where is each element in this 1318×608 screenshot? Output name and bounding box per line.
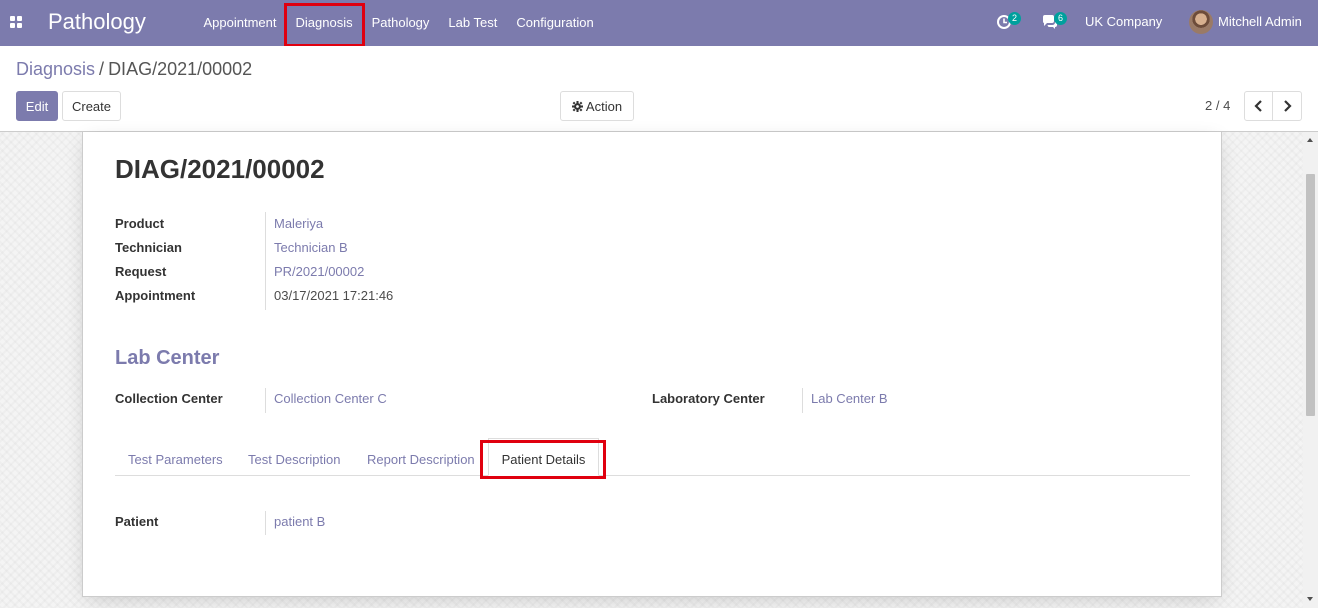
scroll-up-arrow-icon[interactable] — [1307, 138, 1313, 142]
patient-label: Patient — [115, 514, 159, 529]
menu-configuration[interactable]: Configuration — [507, 0, 603, 46]
field-divider — [265, 388, 266, 413]
chevron-left-icon — [1253, 100, 1262, 112]
highlight-diagnosis-menu — [284, 3, 365, 47]
user-menu[interactable]: Mitchell Admin — [1218, 14, 1302, 29]
app-brand[interactable]: Pathology — [48, 9, 146, 35]
appointment-label: Appointment — [115, 288, 196, 303]
breadcrumb-parent-link[interactable]: Diagnosis — [16, 59, 95, 79]
field-divider — [802, 388, 803, 413]
action-button-label: Action — [585, 98, 623, 114]
highlight-patient-details-tab — [480, 440, 606, 479]
breadcrumb-current: DIAG/2021/00002 — [108, 59, 253, 79]
pager-previous-button[interactable] — [1244, 91, 1273, 121]
field-divider — [265, 212, 266, 310]
control-panel: Diagnosis / DIAG/2021/00002 Edit Create Ac… — [0, 46, 1318, 132]
create-button-label: Create — [71, 98, 112, 114]
laboratory-center-value[interactable]: Lab Center B — [811, 391, 888, 406]
menu-appointment[interactable]: Appointment — [194, 0, 286, 46]
create-button[interactable]: Create — [62, 91, 121, 121]
messages-count-badge: 6 — [1054, 12, 1067, 25]
user-avatar[interactable] — [1189, 10, 1213, 34]
tab-test-description[interactable]: Test Description — [248, 438, 340, 476]
product-value[interactable]: Maleriya — [274, 216, 323, 231]
company-switcher[interactable]: UK Company — [1085, 14, 1162, 29]
request-value[interactable]: PR/2021/00002 — [274, 264, 364, 279]
vertical-scrollbar[interactable] — [1303, 132, 1318, 608]
menu-pathology[interactable]: Pathology — [362, 0, 439, 46]
form-view-background: DIAG/2021/00002 Product Technician Reque… — [0, 132, 1303, 608]
notebook-tabs: Test Parameters Test Description Report … — [115, 438, 1190, 476]
main-menu: Appointment Diagnosis Pathology Lab Test… — [194, 0, 603, 46]
collection-center-label: Collection Center — [115, 391, 223, 406]
patient-value[interactable]: patient B — [274, 514, 325, 529]
request-label: Request — [115, 264, 167, 279]
edit-button[interactable]: Edit — [16, 91, 58, 121]
tab-report-description[interactable]: Report Description — [367, 438, 475, 476]
pager-next-button[interactable] — [1272, 91, 1302, 121]
breadcrumb-separator: / — [99, 59, 105, 79]
gear-icon — [571, 100, 583, 112]
lab-center-section-title: Lab Center — [115, 347, 220, 369]
breadcrumb: Diagnosis / DIAG/2021/00002 — [16, 59, 252, 80]
scroll-down-arrow-icon[interactable] — [1307, 597, 1313, 601]
field-divider — [265, 511, 266, 535]
scrollbar-thumb[interactable] — [1306, 174, 1315, 416]
collection-center-value[interactable]: Collection Center C — [274, 391, 387, 406]
record-title: DIAG/2021/00002 — [115, 154, 325, 184]
chevron-right-icon — [1284, 100, 1292, 112]
edit-button-label: Edit — [25, 98, 49, 114]
product-label: Product — [115, 216, 165, 231]
activity-count-badge: 2 — [1008, 12, 1021, 25]
appointment-value: 03/17/2021 17:21:46 — [274, 288, 394, 303]
laboratory-center-label: Laboratory Center — [652, 391, 765, 406]
technician-value[interactable]: Technician B — [274, 240, 348, 255]
pager-value[interactable]: 2 / 4 — [1205, 98, 1230, 113]
technician-label: Technician — [115, 240, 182, 255]
top-navbar: Pathology Appointment Diagnosis Patholog… — [0, 0, 1318, 46]
apps-grid-icon[interactable] — [10, 16, 22, 28]
tab-test-parameters[interactable]: Test Parameters — [128, 438, 223, 476]
action-button[interactable]: Action — [560, 91, 634, 121]
form-sheet: DIAG/2021/00002 Product Technician Reque… — [82, 132, 1222, 597]
menu-lab-test[interactable]: Lab Test — [439, 0, 507, 46]
